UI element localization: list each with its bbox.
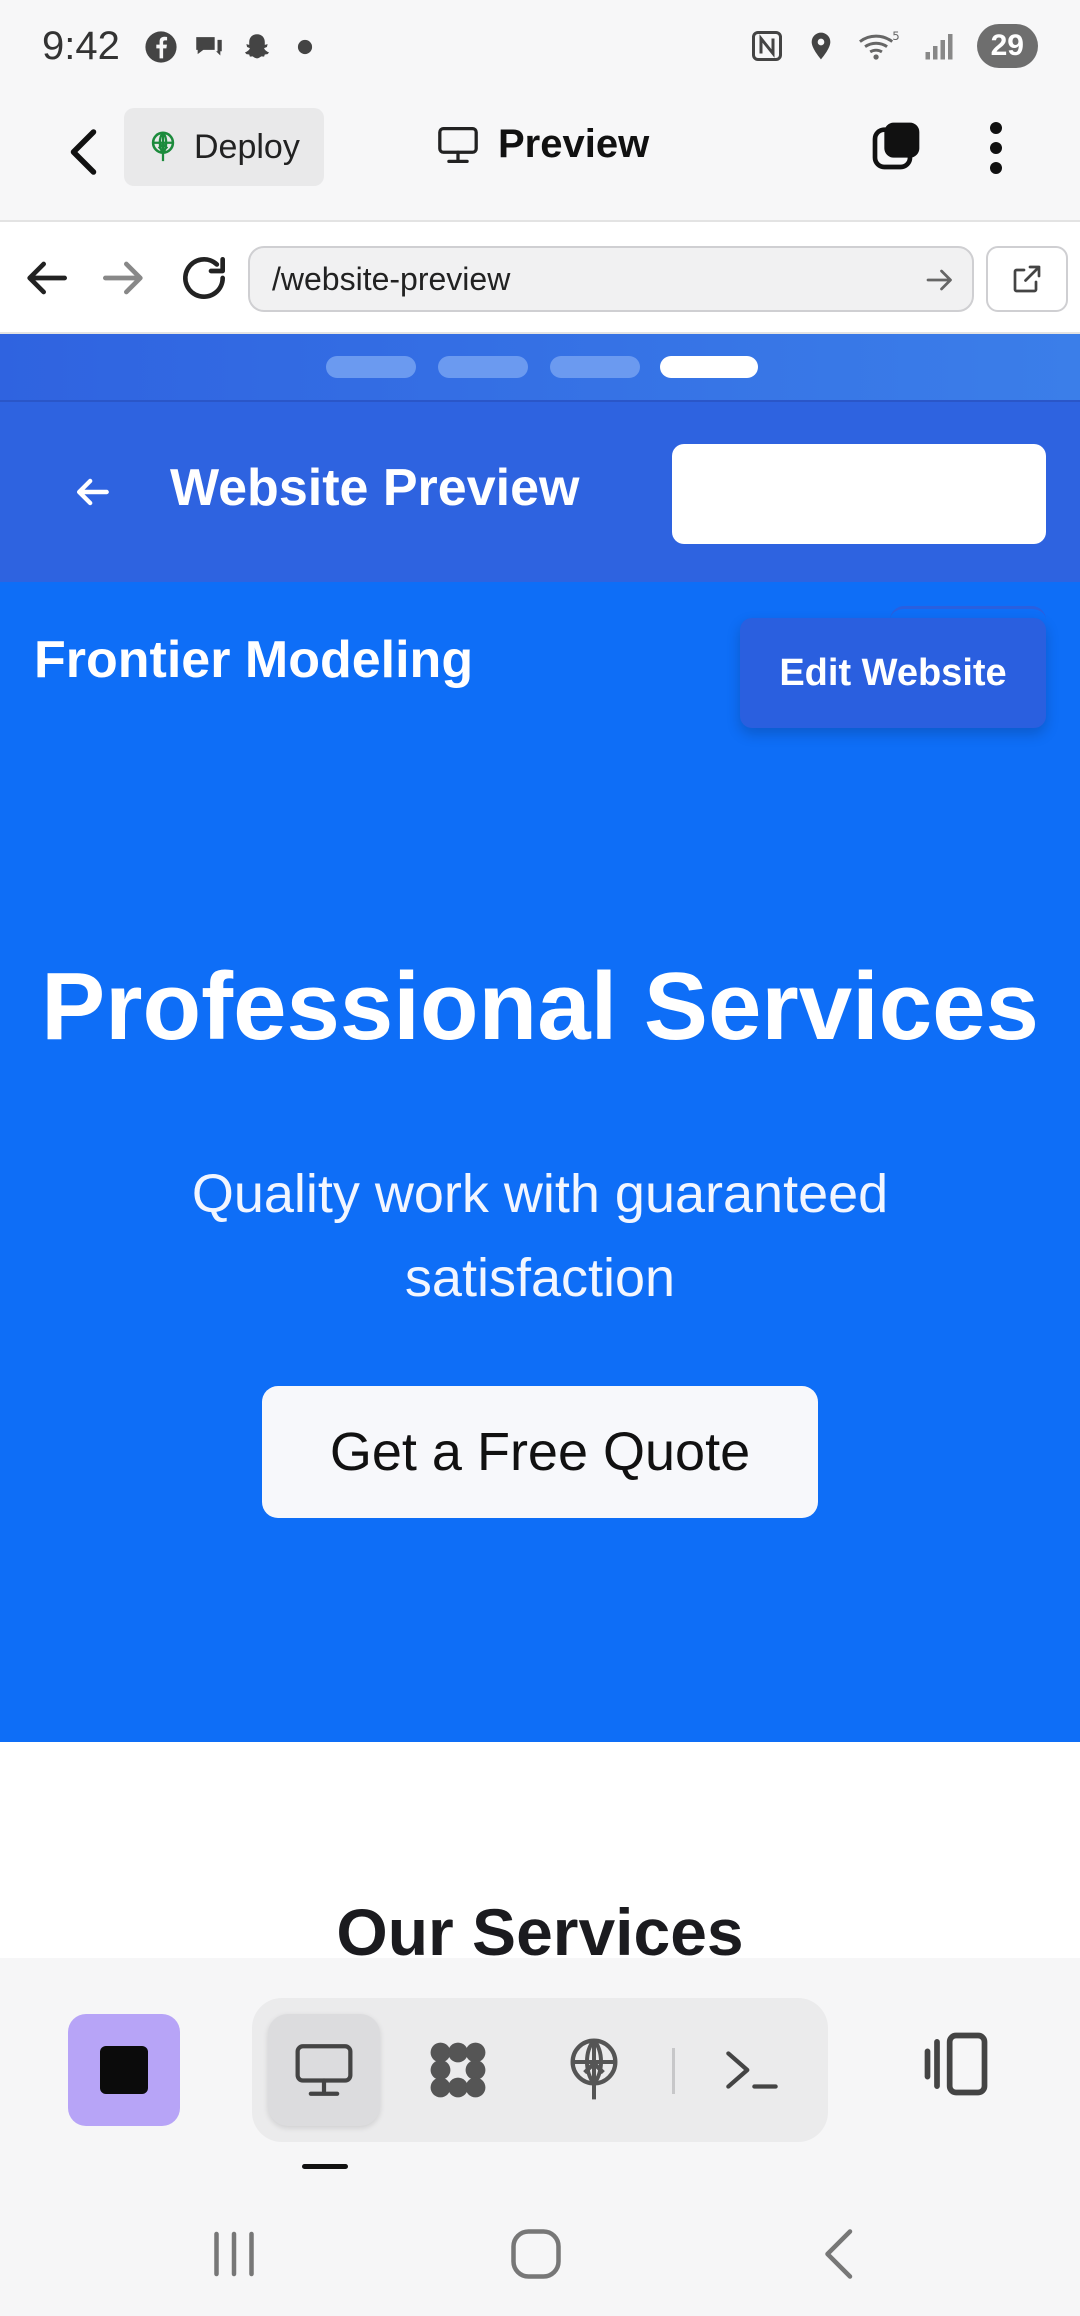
- web-preview: Website Preview Frontier Modeling Edit W…: [0, 334, 1080, 1958]
- open-external-button[interactable]: [986, 246, 1068, 312]
- system-back-icon[interactable]: [810, 2224, 870, 2284]
- monitor-icon: [438, 126, 478, 163]
- browser-back-icon[interactable]: [18, 250, 74, 306]
- tab-preview[interactable]: [268, 2014, 380, 2126]
- tab-workflow[interactable]: [402, 2014, 514, 2126]
- facebook-icon: [145, 31, 177, 63]
- step-3: [550, 356, 640, 378]
- reload-icon[interactable]: [176, 250, 232, 306]
- step-2: [438, 356, 528, 378]
- stop-icon: [100, 2046, 148, 2094]
- header-action-box[interactable]: [672, 444, 1046, 544]
- get-quote-button[interactable]: Get a Free Quote: [262, 1386, 818, 1518]
- deploy-icon: [151, 131, 175, 162]
- url-field[interactable]: /website-preview: [248, 246, 974, 312]
- snapchat-icon: [244, 34, 270, 59]
- preview-header: Website Preview: [0, 402, 1080, 582]
- status-bar: 9:42 5 29: [0, 0, 1080, 92]
- site-brand: Frontier Modeling: [34, 631, 474, 689]
- step-4: [660, 356, 758, 378]
- go-arrow-icon[interactable]: [922, 262, 958, 298]
- external-link-icon: [1013, 265, 1041, 293]
- progress-stepper: [0, 334, 1080, 402]
- app-bar: Deploy Preview: [0, 92, 1080, 220]
- battery-indicator: 29: [976, 24, 1038, 68]
- deploy-icon: [570, 2038, 618, 2100]
- hero-subtitle: Quality work with guaranteed satisfactio…: [191, 1164, 889, 1308]
- preview-title: Preview: [436, 122, 649, 167]
- preview-header-title: Website Preview: [170, 459, 580, 517]
- svg-text:5: 5: [892, 29, 899, 43]
- deploy-button[interactable]: Deploy: [124, 108, 324, 186]
- back-icon[interactable]: [56, 122, 116, 182]
- system-indicators: 5 29: [749, 24, 1038, 68]
- home-icon[interactable]: [506, 2224, 566, 2284]
- status-time: 9:42: [42, 24, 120, 68]
- hero-section: Frontier Modeling Edit Website Professio…: [0, 582, 1080, 1742]
- deploy-label: Deploy: [194, 127, 300, 166]
- tab-deploy[interactable]: [538, 2014, 650, 2126]
- monitor-icon: [295, 2044, 353, 2096]
- recent-apps-icon[interactable]: [204, 2224, 264, 2284]
- preview-title-label: Preview: [498, 122, 650, 166]
- grid-icon: [430, 2042, 486, 2098]
- browser-toolbar: /website-preview: [0, 220, 1080, 334]
- hero-title: Professional Services: [41, 953, 1039, 1060]
- terminal-icon: [726, 2051, 778, 2089]
- stop-button[interactable]: [68, 2014, 180, 2126]
- active-tab-indicator: [302, 2164, 348, 2169]
- more-menu-icon[interactable]: [976, 118, 1016, 178]
- nfc-icon: [751, 31, 782, 61]
- wifi-icon: 5: [858, 29, 899, 60]
- chat-icon: [196, 37, 222, 56]
- dot-icon: [297, 39, 313, 55]
- preview-back-icon[interactable]: [70, 470, 114, 514]
- browser-forward-icon[interactable]: [96, 250, 152, 306]
- bottom-toolbar: [0, 1958, 1080, 2188]
- services-heading: Our Services: [336, 1895, 744, 1958]
- view-switcher: [252, 1998, 828, 2142]
- switcher-divider: [672, 2048, 675, 2094]
- tab-terminal[interactable]: [696, 2014, 808, 2126]
- layout-toggle-icon[interactable]: [918, 2026, 994, 2102]
- edit-website-button[interactable]: Edit Website: [740, 618, 1046, 728]
- system-navigation: [0, 2188, 1080, 2316]
- step-1: [326, 356, 416, 378]
- signal-icon: [925, 34, 953, 60]
- notification-icons: [144, 30, 322, 64]
- tabs-icon[interactable]: [868, 118, 924, 174]
- url-text: /website-preview: [272, 261, 511, 297]
- location-icon: [811, 32, 830, 60]
